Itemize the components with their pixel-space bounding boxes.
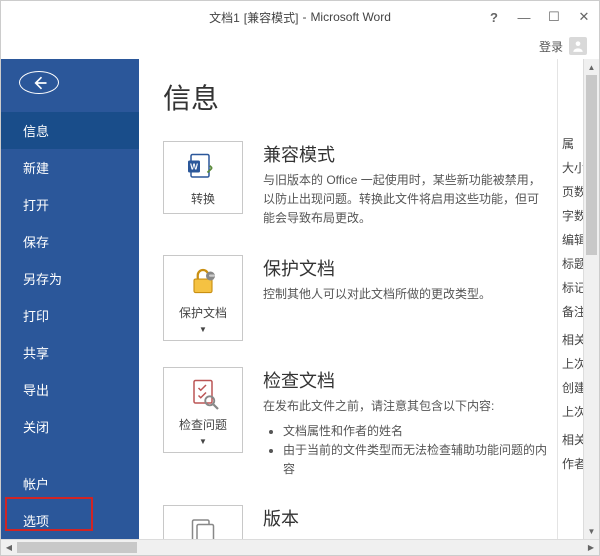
doc-name: 文档1	[209, 9, 240, 26]
inspect-bullet: 由于当前的文件类型而无法检查辅助功能问题的内容	[283, 441, 549, 479]
scroll-right-arrow[interactable]: ▶	[583, 540, 599, 555]
scroll-thumb[interactable]	[586, 75, 597, 255]
window-controls: ? — ☐ ✕	[479, 1, 599, 33]
horizontal-scrollbar[interactable]: ◀ ▶	[1, 539, 599, 555]
prop-row: 字数	[562, 207, 581, 223]
section-heading: 版本	[263, 505, 549, 531]
avatar-icon[interactable]	[569, 37, 587, 55]
inspect-button[interactable]: 检查问题 ▼	[163, 367, 243, 453]
convert-icon: W	[185, 150, 221, 186]
prop-row: 上次	[562, 355, 581, 371]
sidebar-item-label: 共享	[23, 346, 49, 361]
svg-text:W: W	[190, 163, 198, 172]
sidebar-item-saveas[interactable]: 另存为	[1, 260, 139, 297]
properties-panel: 属 大小 页数 字数 编辑 标题 标记 备注 相关 上次 创建 上次 相关 作者	[557, 59, 583, 539]
section-protect: 保护文档 ▼ 保护文档 控制其他人可以对此文档所做的更改类型。	[163, 255, 557, 341]
prop-row: 标题	[562, 255, 581, 271]
prop-row: 页数	[562, 183, 581, 199]
sidebar-item-open[interactable]: 打开	[1, 186, 139, 223]
inspect-icon	[185, 376, 221, 412]
section-inspect: 检查问题 ▼ 检查文档 在发布此文件之前，请注意其包含以下内容: 文档属性和作者…	[163, 367, 557, 480]
vertical-scrollbar[interactable]: ▲ ▼	[583, 59, 599, 539]
help-button[interactable]: ?	[479, 10, 509, 25]
section-versions: 版本	[163, 505, 557, 539]
inspect-bullet: 文档属性和作者的姓名	[283, 422, 549, 441]
sidebar-item-account[interactable]: 帐户	[1, 465, 139, 502]
sidebar-item-label: 帐户	[23, 477, 49, 492]
sidebar: 信息 新建 打开 保存 另存为 打印 共享 导出 关闭 帐户 选项	[1, 59, 139, 539]
chevron-down-icon: ▼	[199, 437, 207, 446]
protect-button[interactable]: 保护文档 ▼	[163, 255, 243, 341]
lock-icon	[185, 264, 221, 300]
button-label: 检查问题	[179, 416, 227, 433]
scroll-thumb[interactable]	[17, 542, 137, 553]
section-heading: 检查文档	[263, 367, 549, 393]
prop-row: 上次	[562, 403, 581, 419]
versions-button[interactable]	[163, 505, 243, 539]
main-scroll: 信息 W 转换 兼容模式 与旧版本的 Office 一	[139, 59, 557, 539]
scroll-track[interactable]	[584, 75, 599, 523]
chevron-down-icon: ▼	[199, 325, 207, 334]
sidebar-item-new[interactable]: 新建	[1, 149, 139, 186]
sidebar-item-close[interactable]: 关闭	[1, 408, 139, 445]
sidebar-item-options[interactable]: 选项	[1, 502, 139, 539]
prop-row: 创建	[562, 379, 581, 395]
scroll-down-arrow[interactable]: ▼	[584, 523, 599, 539]
title-sep: -	[302, 10, 306, 24]
title-caption: 文档1 [兼容模式] - Microsoft Word	[209, 9, 391, 26]
prop-row: 标记	[562, 279, 581, 295]
signin-link[interactable]: 登录	[539, 38, 563, 55]
close-button[interactable]: ✕	[569, 9, 599, 25]
props-header: 相关	[562, 431, 581, 447]
sidebar-item-export[interactable]: 导出	[1, 371, 139, 408]
sidebar-item-label: 新建	[23, 161, 49, 176]
section-desc: 在发布此文件之前，请注意其包含以下内容: 文档属性和作者的姓名 由于当前的文件类…	[263, 397, 549, 480]
scroll-up-arrow[interactable]: ▲	[584, 59, 599, 75]
button-label: 转换	[191, 190, 215, 207]
back-button[interactable]	[19, 71, 59, 94]
sidebar-item-label: 另存为	[23, 272, 62, 287]
inspect-desc-text: 在发布此文件之前，请注意其包含以下内容:	[263, 399, 494, 413]
prop-row: 备注	[562, 303, 581, 319]
sidebar-item-share[interactable]: 共享	[1, 334, 139, 371]
compat-mode-tag: [兼容模式]	[244, 9, 299, 26]
sidebar-item-label: 保存	[23, 235, 49, 250]
minimize-button[interactable]: —	[509, 10, 539, 25]
sidebar-item-label: 打开	[23, 198, 49, 213]
sidebar-item-save[interactable]: 保存	[1, 223, 139, 260]
section-desc: 控制其他人可以对此文档所做的更改类型。	[263, 285, 549, 304]
title-bar: 文档1 [兼容模式] - Microsoft Word ? — ☐ ✕	[1, 1, 599, 33]
scroll-left-arrow[interactable]: ◀	[1, 540, 17, 555]
sidebar-item-info[interactable]: 信息	[1, 112, 139, 149]
prop-row: 编辑	[562, 231, 581, 247]
sidebar-item-label: 选项	[23, 514, 49, 529]
main-pane: 信息 W 转换 兼容模式 与旧版本的 Office 一	[139, 59, 599, 539]
signin-row: 登录	[1, 33, 599, 59]
restore-button[interactable]: ☐	[539, 9, 569, 25]
sidebar-item-label: 打印	[23, 309, 49, 324]
page-title: 信息	[163, 77, 557, 117]
convert-button[interactable]: W 转换	[163, 141, 243, 214]
sidebar-item-label: 关闭	[23, 420, 49, 435]
prop-row: 作者	[562, 455, 581, 471]
sidebar-item-label: 导出	[23, 383, 49, 398]
section-compat: W 转换 兼容模式 与旧版本的 Office 一起使用时，某些新功能被禁用，以防…	[163, 141, 557, 229]
versions-icon	[185, 514, 221, 539]
sidebar-item-label: 信息	[23, 124, 49, 139]
app-name: Microsoft Word	[310, 10, 390, 24]
section-heading: 兼容模式	[263, 141, 549, 167]
backstage-body: 信息 新建 打开 保存 另存为 打印 共享 导出 关闭 帐户 选项 信息	[1, 59, 599, 539]
window-shell: 文档1 [兼容模式] - Microsoft Word ? — ☐ ✕ 登录 信…	[0, 0, 600, 556]
sidebar-item-print[interactable]: 打印	[1, 297, 139, 334]
props-header: 相关	[562, 331, 581, 347]
prop-row: 大小	[562, 159, 581, 175]
button-label: 保护文档	[179, 304, 227, 321]
props-header: 属	[562, 135, 581, 151]
section-heading: 保护文档	[263, 255, 549, 281]
section-desc: 与旧版本的 Office 一起使用时，某些新功能被禁用，以防止出现问题。转换此文…	[263, 171, 549, 229]
scroll-track[interactable]	[17, 540, 583, 555]
